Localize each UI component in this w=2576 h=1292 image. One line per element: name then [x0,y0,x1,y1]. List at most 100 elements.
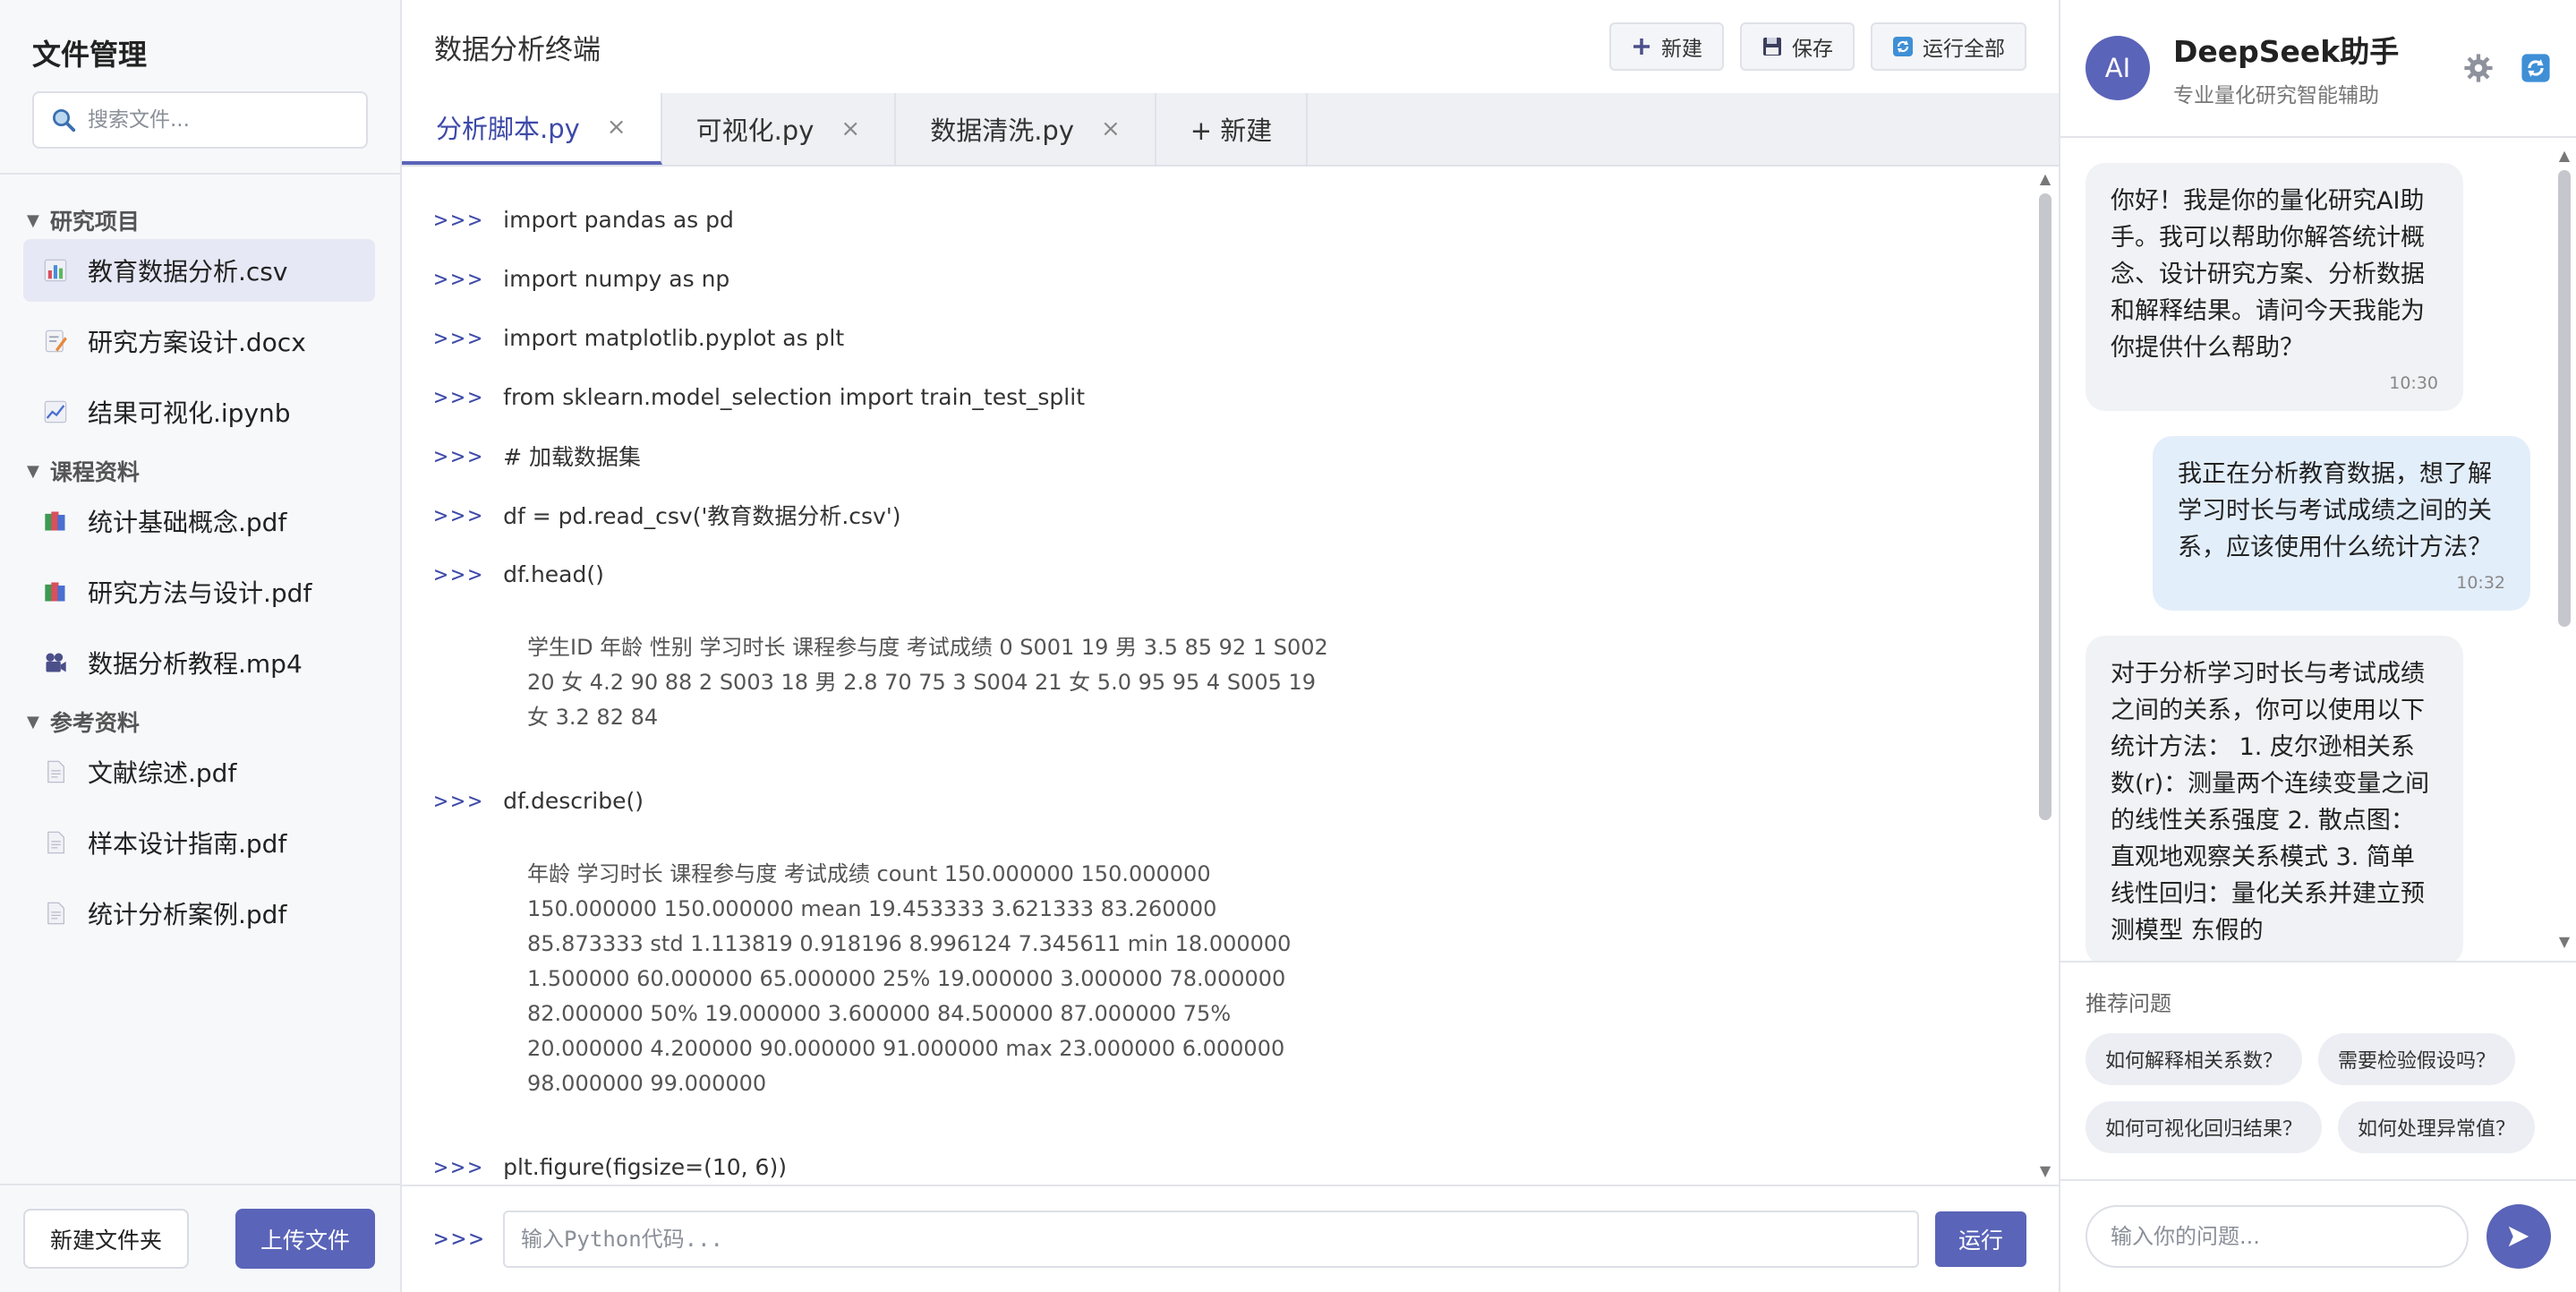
file-item-lit-review-pdf[interactable]: 文献综述.pdf [23,740,375,803]
file-item-edu-data-csv[interactable]: 教育数据分析.csv [23,239,375,302]
editor-tabs: 分析脚本.py × 可视化.py × 数据清洗.py × + 新建 [402,93,2059,167]
tab-data-cleaning[interactable]: 数据清洗.py × [896,93,1156,165]
refresh-icon [1893,37,1913,56]
tab-visualization[interactable]: 可视化.py × [662,93,897,165]
assistant-header-actions [2463,53,2551,83]
sidebar-title: 文件管理 [32,38,148,72]
sidebar-header: 文件管理 [0,0,400,175]
assistant-subtitle: 专业量化研究智能辅助 [2173,84,2379,107]
file-item-sample-design-pdf[interactable]: 样本设计指南.pdf [23,811,375,874]
close-icon[interactable]: × [840,116,860,142]
file-item-result-viz-ipynb[interactable]: 结果可视化.ipynb [23,381,375,443]
input-prompt-symbol: >>> [434,1226,487,1253]
console-scrollbar[interactable]: ▲ ▼ [2037,170,2053,1182]
line-chart-icon [44,400,67,424]
file-label: 数据分析教程.mp4 [88,649,303,679]
prompt-symbol: >>> [434,787,486,814]
tab-label: 分析脚本.py [436,114,580,144]
chat-input-bar [2060,1179,2576,1292]
code-text: df = pd.read_csv('教育数据分析.csv') [503,503,901,529]
new-tab-button[interactable]: + 新建 [1156,93,1309,165]
books-icon [45,582,65,602]
file-item-research-methods-pdf[interactable]: 研究方法与设计.pdf [23,560,375,623]
upload-file-button[interactable]: 上传文件 [235,1209,375,1269]
file-item-research-plan-docx[interactable]: 研究方案设计.docx [23,310,375,372]
suggestion-chip[interactable]: 需要检验假设吗？ [2318,1033,2516,1085]
send-arrow-icon [2508,1226,2529,1247]
close-icon[interactable]: × [607,114,627,141]
bar-chart-icon [44,259,67,282]
file-search-input[interactable] [88,108,366,132]
suggestion-chip[interactable]: 如何可视化回归结果？ [2086,1101,2323,1153]
file-item-data-tutorial-mp4[interactable]: 数据分析教程.mp4 [23,631,375,694]
document-icon [47,902,64,925]
scroll-up-arrow-icon[interactable]: ▲ [2037,170,2053,190]
app-window: 文件管理 ▼ 研究项目 [0,0,2576,1292]
save-button[interactable]: 保存 [1740,22,1855,71]
scroll-up-arrow-icon[interactable]: ▲ [2556,147,2572,167]
console-line: >>> plt.figure(figsize=(10, 6)) [434,1137,2026,1185]
tab-label: 可视化.py [695,116,815,146]
file-item-stats-basics-pdf[interactable]: 统计基础概念.pdf [23,490,375,552]
new-folder-button[interactable]: 新建文件夹 [23,1209,190,1269]
run-all-button[interactable]: 运行全部 [1871,22,2026,71]
document-icon [47,831,64,854]
assistant-name: DeepSeek助手 [2173,34,2400,69]
code-text: import numpy as np [503,265,730,292]
assistant-header: AI DeepSeek助手 专业量化研究智能辅助 [2060,0,2576,138]
prompt-symbol: >>> [434,560,486,587]
close-icon[interactable]: × [1101,116,1121,142]
console-line: >>> # 加载数据集 [434,426,2026,485]
file-label: 结果可视化.ipynb [88,398,291,428]
chat-scrollbar[interactable]: ▲ ▼ [2556,147,2572,953]
console-output[interactable]: >>> import pandas as pd >>> import numpy… [402,167,2059,1185]
new-button[interactable]: 新建 [1609,22,1724,71]
file-tree: ▼ 研究项目 教育数据分析.csv 研究方案设计.docx 结果可视化.ipyn… [0,175,400,1184]
prompt-symbol: >>> [434,501,486,528]
code-input[interactable] [502,1211,1919,1268]
folder-course-materials[interactable]: ▼ 课程资料 [0,452,400,490]
suggestion-chip[interactable]: 如何处理异常值？ [2338,1101,2536,1153]
scrollbar-thumb[interactable] [2558,170,2571,627]
folder-research-projects[interactable]: ▼ 研究项目 [0,201,400,239]
run-all-button-label: 运行全部 [1923,38,2005,61]
file-search-box[interactable] [32,91,368,149]
folder-references[interactable]: ▼ 参考资料 [0,703,400,740]
file-label: 统计分析案例.pdf [88,900,287,929]
message-text: 对于分析学习时长与考试成绩之间的关系，你可以使用以下统计方法： 1. 皮尔逊相关… [2111,660,2430,945]
code-text: import matplotlib.pyplot as plt [503,324,845,351]
console-line: >>> import pandas as pd [434,190,2026,249]
console-line: >>> import matplotlib.pyplot as plt [434,308,2026,367]
code-text: import pandas as pd [503,206,734,233]
console-line: >>> from sklearn.model_selection import … [434,367,2026,426]
new-button-label: 新建 [1661,38,1702,61]
chat-question-input[interactable] [2086,1205,2469,1268]
memo-icon [45,329,67,353]
run-button[interactable]: 运行 [1934,1211,2026,1267]
terminal-toolbar: 数据分析终端 新建 保存 运行全部 [402,0,2059,93]
tab-label: 数据清洗.py [930,116,1074,146]
describe-output: 年龄 学习时长 课程参与度 考试成绩 count 150.000000 150.… [527,861,1292,1096]
code-text: df.head() [503,560,604,587]
console-line: >>> df.head() [434,544,2026,603]
refresh-icon[interactable] [2521,53,2551,83]
code-text: from sklearn.model_selection import trai… [503,383,1085,410]
send-button[interactable] [2486,1204,2551,1269]
gear-icon[interactable] [2463,53,2494,83]
tab-analysis-script[interactable]: 分析脚本.py × [402,93,662,165]
scroll-down-arrow-icon[interactable]: ▼ [2037,1162,2053,1182]
file-label: 研究方案设计.docx [88,328,306,357]
suggestion-chip[interactable]: 如何解释相关系数？ [2086,1033,2303,1085]
file-label: 研究方法与设计.pdf [88,578,312,608]
assistant-avatar: AI [2086,36,2150,100]
scroll-down-arrow-icon[interactable]: ▼ [2556,933,2572,953]
sidebar-footer: 新建文件夹 上传文件 [0,1184,400,1292]
scrollbar-thumb[interactable] [2039,193,2051,820]
chat-messages[interactable]: 你好！我是你的量化研究AI助手。我可以帮助你解答统计概念、设计研究方案、分析数据… [2060,138,2576,961]
console-lines: >>> import pandas as pd >>> import numpy… [402,167,2059,1185]
file-sidebar: 文件管理 ▼ 研究项目 [0,0,402,1292]
file-item-stats-cases-pdf[interactable]: 统计分析案例.pdf [23,882,375,945]
message-text: 你好！我是你的量化研究AI助手。我可以帮助你解答统计概念、设计研究方案、分析数据… [2111,187,2425,362]
document-icon [47,760,64,783]
plus-icon [1633,39,1650,55]
